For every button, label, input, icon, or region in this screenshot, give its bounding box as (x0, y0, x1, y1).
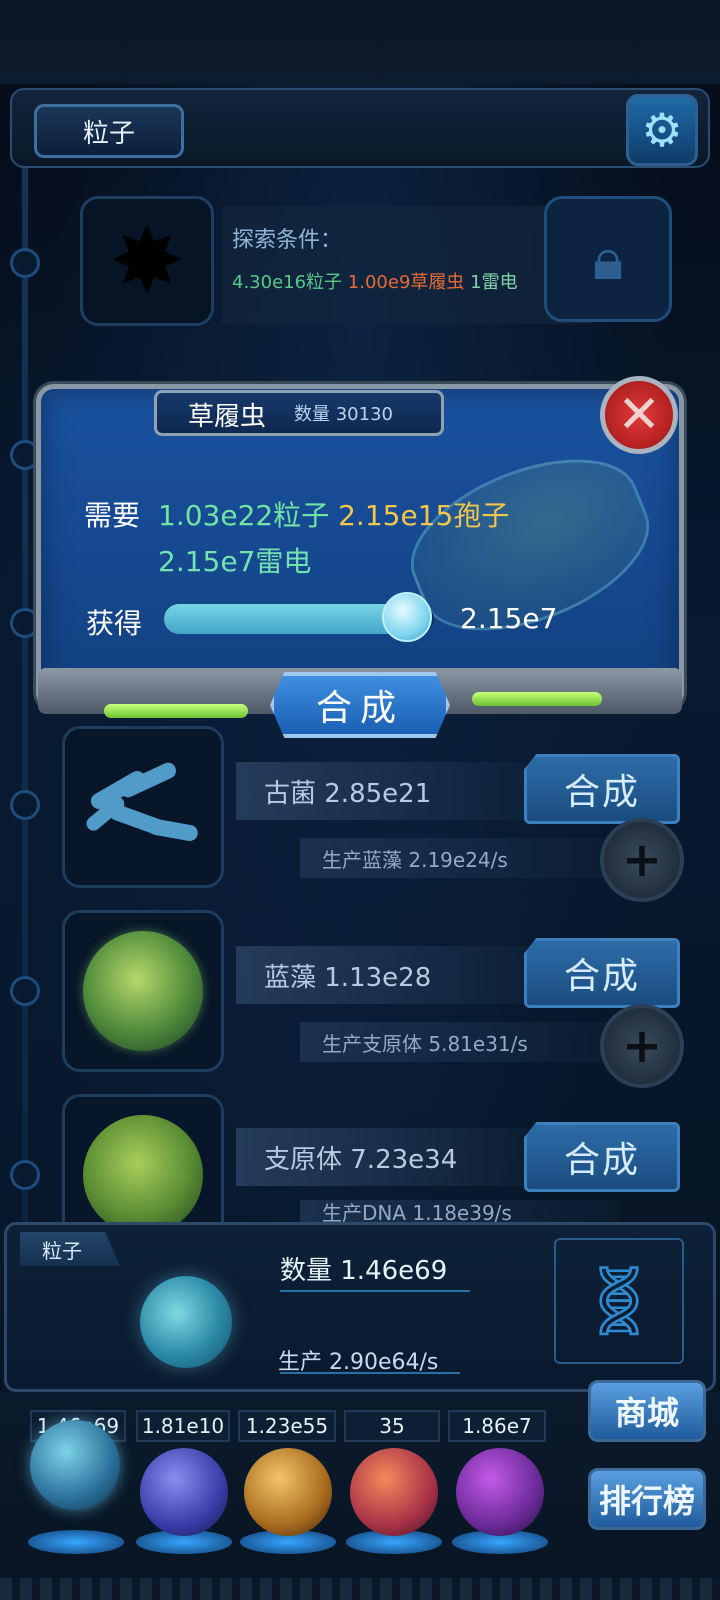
explore-req-particles: 4.30e16粒子 (232, 272, 343, 293)
cyanobacteria-icon (83, 931, 203, 1051)
amount-slider-fill (164, 604, 407, 634)
lock-icon: 🔒︎ (592, 224, 624, 293)
explore-req-bug: 1.00e9草履虫 (347, 272, 465, 293)
dna-icon: 🧬︎ (575, 1262, 663, 1341)
need-thunder: 2.15e7雷电 (158, 545, 312, 578)
resource-value-thunder: 1.81e10 (136, 1410, 230, 1442)
mycoplasma-icon (83, 1115, 203, 1235)
virus-orb-icon[interactable] (456, 1448, 544, 1536)
row-produce-mycoplasma: 生产DNA 1.18e39/s (300, 1200, 620, 1222)
synth-button-cyanobacteria[interactable]: 合成 (524, 938, 680, 1008)
explore-lock-button[interactable]: 🔒︎ (544, 196, 672, 322)
archaea-icon (86, 762, 198, 841)
spine-lock-node (10, 248, 40, 278)
orb-base (28, 1530, 124, 1554)
silhouette-icon: ✸ (109, 208, 185, 314)
energy-bar-left (104, 704, 248, 718)
resource-value-energy: 1.23e55 (238, 1410, 336, 1442)
shop-button[interactable]: 商城 (588, 1380, 706, 1442)
gain-label: 获得 (86, 607, 143, 640)
gain-value: 2.15e7 (460, 602, 558, 635)
brain-orb-icon[interactable] (350, 1448, 438, 1536)
locked-creature-silhouette: ✸ (80, 196, 214, 326)
synth-button-archaea[interactable]: 合成 (524, 754, 680, 824)
particles-orb-icon[interactable] (30, 1420, 120, 1510)
resource-value-brain: 35 (344, 1410, 440, 1442)
explore-conditions: 4.30e16粒子 1.00e9草履虫 1雷电 (232, 268, 518, 294)
amount-slider-handle[interactable] (382, 592, 432, 642)
energy-orb-icon[interactable] (244, 1448, 332, 1536)
settings-button[interactable]: ⚙ (626, 94, 698, 166)
energy-bar-right (472, 692, 602, 706)
need-particles: 1.03e22粒子 (158, 499, 330, 532)
need-label: 需要 (84, 499, 141, 532)
spine-node (10, 790, 40, 820)
bottom-edge-decor (0, 1578, 720, 1600)
resource-info-tag: 粒子 (20, 1232, 120, 1266)
plus-icon: + (621, 1018, 663, 1074)
resource-value-virus: 1.86e7 (448, 1410, 546, 1442)
dna-button[interactable]: 🧬︎ (554, 1238, 684, 1364)
divider (280, 1290, 470, 1292)
close-button[interactable]: ✕ (600, 376, 678, 454)
row-name-archaea: 古菌 2.85e21 (236, 762, 536, 820)
add-button-cyanobacteria[interactable]: + (600, 1004, 684, 1088)
dialog-count: 数量 30130 (294, 404, 393, 425)
row-name-mycoplasma: 支原体 7.23e34 (236, 1128, 536, 1186)
row-produce-cyanobacteria: 生产支原体 5.81e31/s (300, 1022, 620, 1062)
creature-card-archaea[interactable] (62, 726, 224, 888)
leaderboard-button[interactable]: 排行榜 (588, 1468, 706, 1530)
row-produce-archaea: 生产蓝藻 2.19e24/s (300, 838, 620, 878)
explore-req-thunder: 1雷电 (470, 272, 518, 293)
progress-spine (22, 160, 28, 1240)
dialog-title: 草履虫 (188, 402, 267, 432)
gear-icon: ⚙ (641, 103, 683, 157)
explore-label: 探索条件： (232, 228, 343, 253)
row-name-cyanobacteria: 蓝藻 1.13e28 (236, 946, 536, 1004)
page-title: 粒子 (34, 104, 184, 158)
need-spores: 2.15e15孢子 (338, 499, 510, 532)
spine-node (10, 976, 40, 1006)
synth-button-mycoplasma[interactable]: 合成 (524, 1122, 680, 1192)
dialog-synth-button[interactable]: 合成 (270, 672, 450, 738)
resource-count: 数量 1.46e69 (280, 1256, 448, 1286)
close-icon: ✕ (617, 385, 661, 445)
add-button-archaea[interactable]: + (600, 818, 684, 902)
creature-card-cyanobacteria[interactable] (62, 910, 224, 1072)
need-line-1: 1.03e22粒子 2.15e15孢子 (158, 494, 509, 534)
top-strip (0, 0, 720, 84)
thunder-orb-icon[interactable] (140, 1448, 228, 1536)
resource-produce: 生产 2.90e64/s (278, 1350, 439, 1375)
need-line-2: 2.15e7雷电 (158, 540, 311, 580)
plus-icon: + (621, 832, 663, 888)
particle-cluster-icon (140, 1276, 232, 1368)
spine-node (10, 1160, 40, 1190)
